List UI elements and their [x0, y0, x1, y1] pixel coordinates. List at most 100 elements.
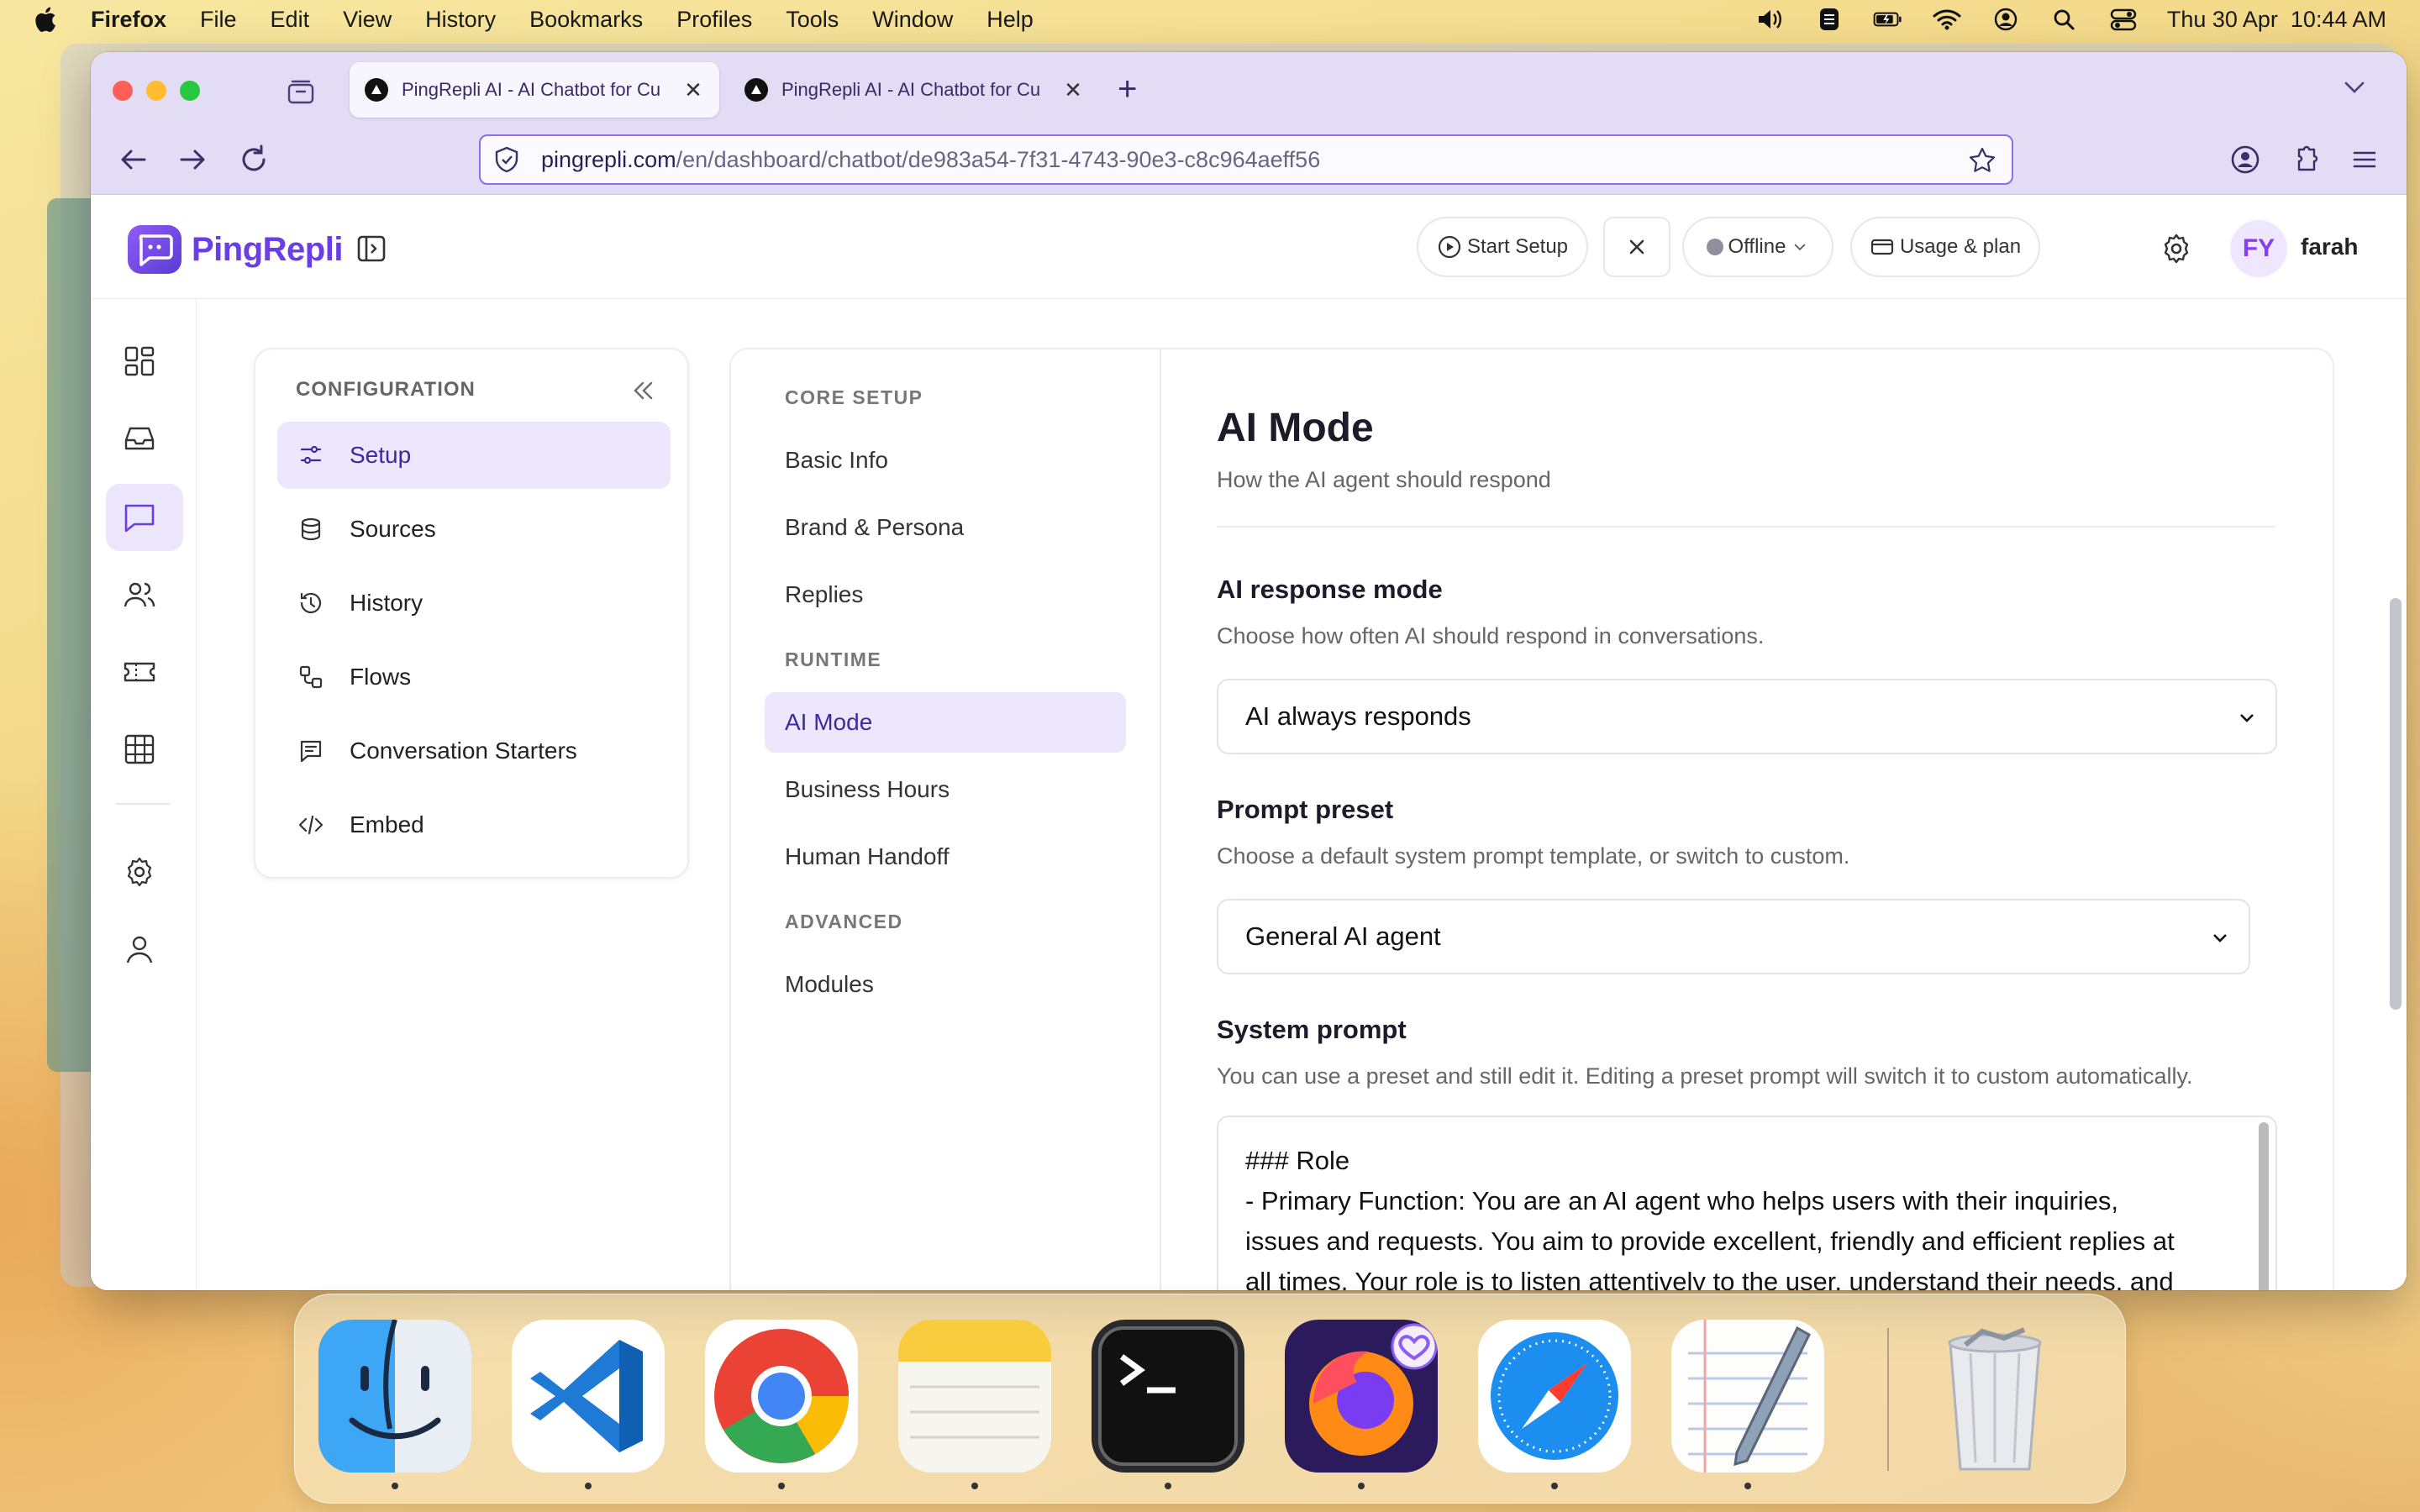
address-bar[interactable]: pingrepli.com/en/dashboard/chatbot/de983… — [479, 134, 2013, 185]
menu-window[interactable]: Window — [872, 7, 953, 33]
config-item-history[interactable]: History — [277, 570, 671, 637]
subnav-item-human-handoff[interactable]: Human Handoff — [765, 827, 1126, 887]
prompt-preset-select[interactable]: General AI agent — [1217, 899, 2250, 974]
menu-edit[interactable]: Edit — [271, 7, 310, 33]
config-item-flows[interactable]: Flows — [277, 643, 671, 711]
textarea-scrollbar[interactable] — [2259, 1122, 2269, 1290]
page-title: AI Mode — [1217, 406, 1374, 450]
apple-icon[interactable] — [32, 5, 57, 34]
tab-strip: PingRepli AI - AI Chatbot for Cu ✕ PingR… — [91, 52, 2407, 124]
page-scrollbar[interactable] — [2390, 598, 2402, 1010]
response-mode-select[interactable]: AI always responds — [1217, 679, 2277, 754]
browser-tab[interactable]: PingRepli AI - AI Chatbot for Cu ✕ — [729, 62, 1099, 118]
prompt-line: - Primary Function: You are an AI agent … — [1245, 1186, 2119, 1215]
inbox-icon[interactable] — [121, 420, 158, 457]
subnav-item-basic-info[interactable]: Basic Info — [765, 430, 1126, 491]
bookmark-star-icon[interactable] — [1968, 146, 1996, 175]
config-item-conversation-starters[interactable]: Conversation Starters — [277, 717, 671, 785]
config-item-setup[interactable]: Setup — [277, 422, 671, 489]
forward-arrow-icon[interactable] — [175, 141, 212, 178]
dismiss-setup-button[interactable] — [1603, 217, 1670, 277]
chevron-down-icon — [2213, 934, 2227, 942]
extensions-icon[interactable] — [2289, 143, 2323, 176]
chevrons-left-icon[interactable] — [629, 376, 657, 405]
tracking-protection-icon[interactable] — [492, 145, 521, 174]
subnav-group-runtime: RUNTIME — [785, 648, 882, 670]
status-dropdown[interactable]: Offline — [1682, 217, 1833, 277]
menu-bookmarks[interactable]: Bookmarks — [529, 7, 643, 33]
menu-help[interactable]: Help — [986, 7, 1034, 33]
browser-tab-active[interactable]: PingRepli AI - AI Chatbot for Cu ✕ — [350, 62, 719, 118]
flows-icon — [299, 665, 323, 689]
user-avatar[interactable]: FY — [2230, 220, 2287, 277]
safari-icon[interactable] — [1478, 1320, 1631, 1473]
grid-table-icon[interactable] — [121, 731, 158, 768]
firefox-icon[interactable] — [1285, 1320, 1438, 1473]
sidebar-toggle-icon[interactable] — [355, 232, 388, 265]
usage-plan-button[interactable]: Usage & plan — [1850, 217, 2040, 277]
notes-icon[interactable] — [898, 1320, 1051, 1473]
reload-icon[interactable] — [235, 141, 272, 178]
web-page: PingRepli Start Setup Offline Usage & pl… — [91, 195, 2407, 1290]
status-label: Offline — [1728, 235, 1786, 258]
spotlight-search-icon[interactable] — [2049, 7, 2080, 32]
rail-divider — [116, 803, 170, 805]
user-name[interactable]: farah — [2301, 234, 2358, 260]
trash-icon[interactable] — [1918, 1320, 2071, 1473]
running-indicator — [971, 1483, 978, 1489]
settings-icon[interactable] — [121, 853, 158, 890]
terminal-icon[interactable] — [1092, 1320, 1244, 1473]
menu-app-name[interactable]: Firefox — [91, 7, 166, 33]
menu-clock[interactable]: Thu 30 Apr 10:44 AM — [2167, 7, 2386, 33]
menu-history[interactable]: History — [425, 7, 496, 33]
battery-icon[interactable] — [1873, 7, 1903, 32]
settings-gear-icon[interactable] — [2160, 232, 2193, 265]
back-arrow-icon[interactable] — [114, 141, 151, 178]
list-all-tabs-icon[interactable] — [2341, 74, 2368, 101]
prompt-preset-value: General AI agent — [1245, 921, 1441, 951]
vpn-icon[interactable] — [1814, 7, 1844, 32]
tab-title: PingRepli AI - AI Chatbot for Cu — [402, 79, 661, 100]
zoom-window-button[interactable] — [180, 81, 200, 101]
menu-view[interactable]: View — [343, 7, 392, 33]
menu-file[interactable]: File — [200, 7, 237, 33]
subnav-group-core-setup: CORE SETUP — [785, 386, 923, 408]
close-tab-icon[interactable]: ✕ — [1062, 77, 1084, 103]
finder-icon[interactable] — [318, 1320, 471, 1473]
subnav-item-business-hours[interactable]: Business Hours — [765, 759, 1126, 820]
config-item-sources[interactable]: Sources — [277, 496, 671, 563]
profile-icon[interactable] — [121, 931, 158, 968]
close-tab-icon[interactable]: ✕ — [682, 77, 704, 103]
subnav-item-ai-mode[interactable]: AI Mode — [765, 692, 1126, 753]
volume-icon[interactable] — [1755, 7, 1786, 32]
subnav-item-replies[interactable]: Replies — [765, 564, 1126, 625]
ticket-icon[interactable] — [121, 654, 158, 690]
menu-profiles[interactable]: Profiles — [676, 7, 752, 33]
wifi-icon[interactable] — [1932, 7, 1962, 32]
chrome-icon[interactable] — [705, 1320, 858, 1473]
hamburger-menu-icon[interactable] — [2348, 143, 2381, 176]
tab-overview-icon[interactable] — [286, 77, 316, 106]
subnav-item-modules[interactable]: Modules — [765, 954, 1126, 1015]
brand-logo[interactable]: PingRepli — [128, 225, 343, 274]
code-icon — [298, 815, 324, 835]
account-icon[interactable] — [2228, 143, 2262, 176]
start-setup-button[interactable]: Start Setup — [1417, 217, 1588, 277]
usage-plan-label: Usage & plan — [1899, 235, 2022, 258]
vscode-icon[interactable] — [512, 1320, 665, 1473]
close-window-button[interactable] — [113, 81, 133, 101]
user-account-icon[interactable] — [1991, 7, 2021, 32]
system-prompt-textarea[interactable]: ### Role - Primary Function: You are an … — [1217, 1116, 2277, 1290]
users-icon[interactable] — [121, 576, 158, 613]
textedit-icon[interactable] — [1671, 1320, 1824, 1473]
configuration-panel: CONFIGURATION Setup Sources History Flow… — [254, 348, 689, 879]
subnav-item-brand-persona[interactable]: Brand & Persona — [765, 497, 1126, 558]
dashboard-icon[interactable] — [121, 343, 158, 380]
menu-tools[interactable]: Tools — [786, 7, 839, 33]
prompt-preset-label: Prompt preset — [1217, 795, 1394, 824]
config-item-embed[interactable]: Embed — [277, 791, 671, 858]
new-tab-icon[interactable]: + — [1118, 71, 1137, 108]
minimize-window-button[interactable] — [146, 81, 166, 101]
chat-bubble-icon[interactable] — [121, 499, 158, 536]
control-center-icon[interactable] — [2108, 7, 2139, 32]
